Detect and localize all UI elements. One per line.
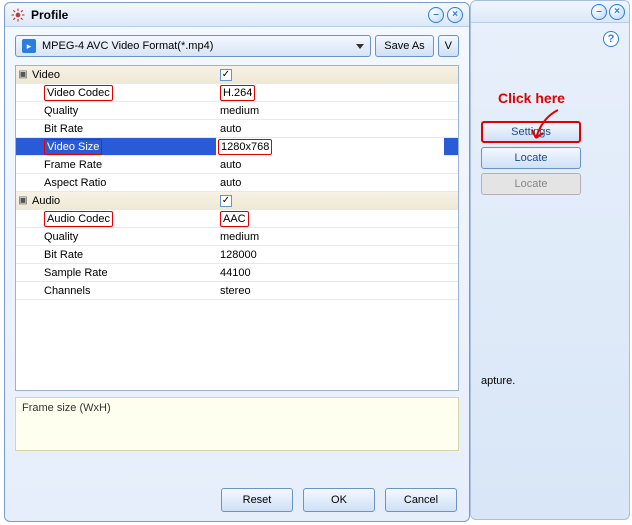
v-button[interactable]: V [438, 35, 459, 57]
bg-titlebar: – × [471, 1, 629, 23]
prop-label: Channels [30, 285, 216, 297]
locate-button[interactable]: Locate [481, 147, 581, 169]
prop-label: Quality [30, 231, 216, 243]
collapse-icon[interactable]: ▣ [16, 195, 30, 206]
property-grid: ▣ Video ✓ Video Codec H.264 Quality medi… [15, 65, 459, 391]
prop-label: Quality [30, 105, 216, 117]
section-label: Audio [30, 195, 216, 207]
prop-label: Sample Rate [30, 267, 216, 279]
row-video-fps[interactable]: Frame Rate auto [16, 156, 458, 174]
audio-checkbox[interactable]: ✓ [220, 195, 232, 207]
prop-label: Video Size [44, 139, 102, 155]
reset-button[interactable]: Reset [221, 488, 293, 512]
row-video-aspect[interactable]: Aspect Ratio auto [16, 174, 458, 192]
row-audio-quality[interactable]: Quality medium [16, 228, 458, 246]
section-audio[interactable]: ▣ Audio ✓ [16, 192, 458, 210]
background-window: – × ? Settings Locate Locate apture. [470, 0, 630, 520]
prop-value[interactable]: stereo [216, 285, 458, 297]
prop-value[interactable]: auto [216, 159, 458, 171]
annotation-text: Click here [498, 90, 565, 106]
close-icon[interactable]: × [447, 7, 463, 23]
prop-value[interactable]: 1280x768 [218, 139, 272, 155]
prop-value[interactable]: medium [216, 105, 458, 117]
help-icon[interactable]: ? [603, 31, 619, 47]
row-video-size[interactable]: Video Size 1280x768 [16, 138, 458, 156]
minimize-icon[interactable]: – [428, 7, 444, 23]
prop-value[interactable]: H.264 [220, 85, 255, 101]
row-audio-codec[interactable]: Audio Codec AAC [16, 210, 458, 228]
close-icon[interactable]: × [609, 4, 625, 20]
prop-value[interactable]: auto [216, 177, 458, 189]
chevron-down-icon [356, 44, 364, 49]
row-video-quality[interactable]: Quality medium [16, 102, 458, 120]
prop-value[interactable]: auto [216, 123, 458, 135]
profile-dialog: Profile – × ▸ MPEG-4 AVC Video Format(*.… [4, 2, 470, 522]
prop-label: Bit Rate [30, 249, 216, 261]
gear-icon [11, 8, 25, 22]
ok-button[interactable]: OK [303, 488, 375, 512]
row-audio-bitrate[interactable]: Bit Rate 128000 [16, 246, 458, 264]
annotation-arrow-icon [530, 108, 570, 148]
chevron-down-icon[interactable] [446, 144, 454, 149]
locate-disabled-button: Locate [481, 173, 581, 195]
format-selected-label: MPEG-4 AVC Video Format(*.mp4) [42, 40, 213, 52]
format-select[interactable]: ▸ MPEG-4 AVC Video Format(*.mp4) [15, 35, 371, 57]
prop-value[interactable]: medium [216, 231, 458, 243]
video-checkbox[interactable]: ✓ [220, 69, 232, 81]
section-video[interactable]: ▣ Video ✓ [16, 66, 458, 84]
collapse-icon[interactable]: ▣ [16, 69, 30, 80]
minimize-icon[interactable]: – [591, 4, 607, 20]
dialog-titlebar: Profile – × [5, 3, 469, 27]
prop-value[interactable]: 128000 [216, 249, 458, 261]
section-label: Video [30, 69, 216, 81]
dialog-footer: Reset OK Cancel [5, 479, 469, 521]
row-video-bitrate[interactable]: Bit Rate auto [16, 120, 458, 138]
prop-label: Video Codec [44, 85, 113, 101]
row-video-codec[interactable]: Video Codec H.264 [16, 84, 458, 102]
prop-label: Aspect Ratio [30, 177, 216, 189]
prop-label: Frame Rate [30, 159, 216, 171]
row-audio-channels[interactable]: Channels stereo [16, 282, 458, 300]
dialog-title: Profile [31, 8, 68, 22]
partial-text: apture. [481, 375, 619, 387]
prop-value[interactable]: 44100 [216, 267, 458, 279]
hint-box: Frame size (WxH) [15, 397, 459, 451]
row-audio-sample[interactable]: Sample Rate 44100 [16, 264, 458, 282]
cancel-button[interactable]: Cancel [385, 488, 457, 512]
save-as-button[interactable]: Save As [375, 35, 433, 57]
prop-label: Audio Codec [44, 211, 113, 227]
prop-label: Bit Rate [30, 123, 216, 135]
toolbar: ▸ MPEG-4 AVC Video Format(*.mp4) Save As… [5, 27, 469, 65]
format-icon: ▸ [22, 39, 36, 53]
prop-value[interactable]: AAC [220, 211, 249, 227]
